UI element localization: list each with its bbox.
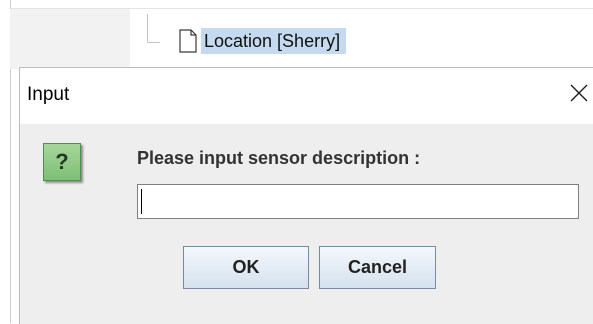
document-icon [179, 29, 197, 53]
tree-connector-line [147, 14, 160, 43]
close-icon[interactable] [568, 82, 590, 104]
ok-button[interactable]: OK [183, 246, 309, 289]
cancel-button[interactable]: Cancel [319, 246, 436, 289]
background-tree-column [10, 9, 130, 69]
tree-item-location[interactable]: Location [Sherry] [179, 27, 347, 55]
tree-item-label: Location [Sherry] [201, 28, 347, 54]
dialog-titlebar[interactable]: Input [20, 68, 593, 124]
sensor-description-input[interactable] [137, 184, 579, 219]
question-icon-glyph: ? [55, 149, 69, 174]
input-dialog: Input ? Please input sensor description … [19, 67, 593, 324]
prompt-label: Please input sensor description : [137, 148, 421, 168]
question-icon: ? [43, 143, 81, 181]
dialog-title: Input [27, 84, 70, 105]
text-caret [141, 189, 142, 214]
